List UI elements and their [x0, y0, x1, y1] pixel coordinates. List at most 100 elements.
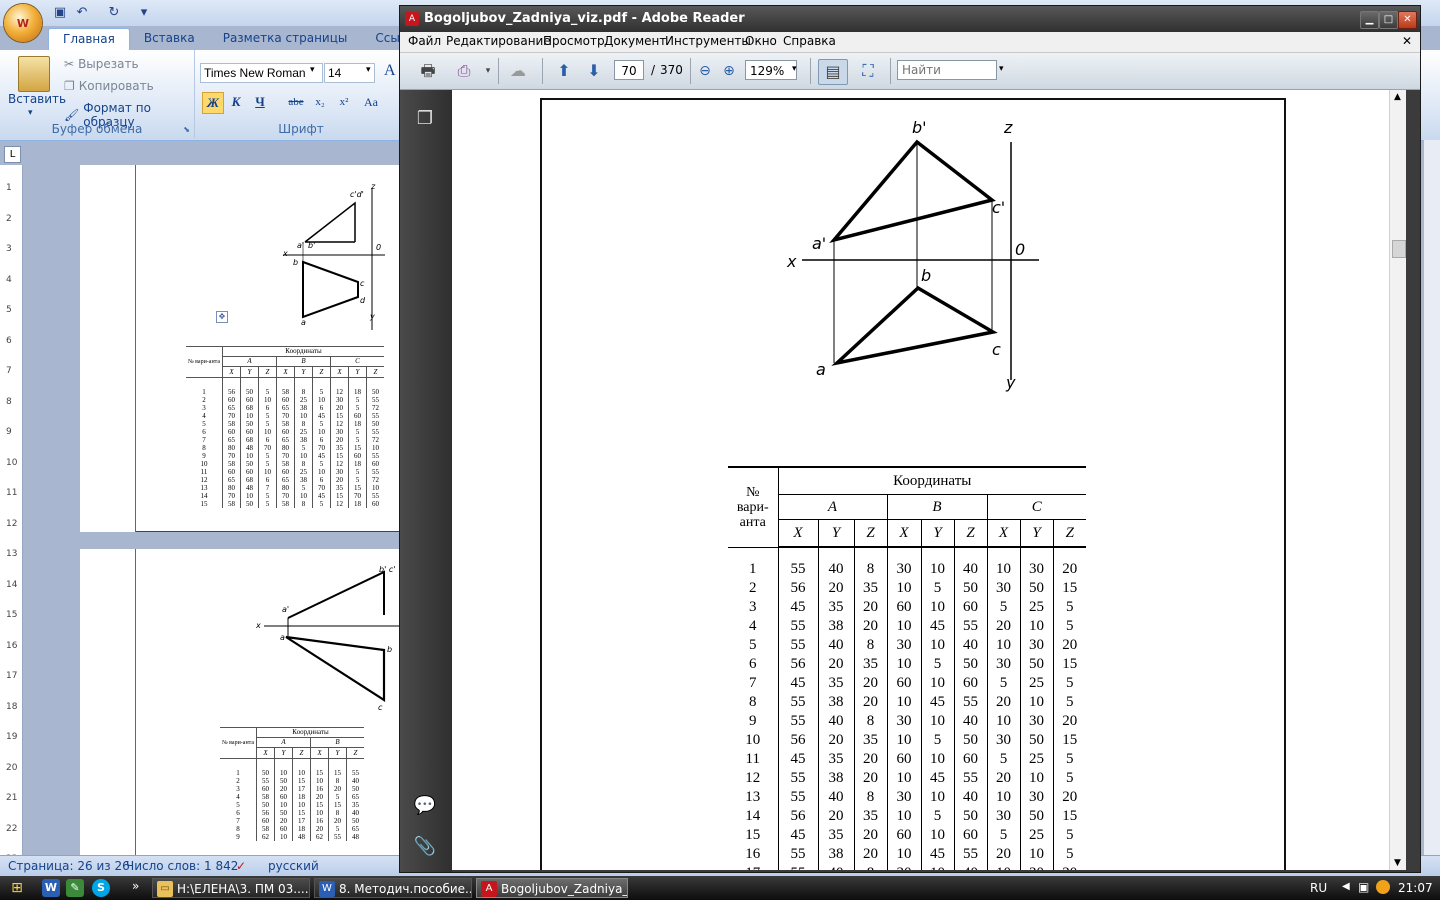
tray-app-icon[interactable] — [1376, 880, 1390, 894]
italic-button[interactable]: К — [226, 92, 246, 112]
paste-button[interactable]: Вставить — [8, 92, 66, 106]
coordinate-value: 65 — [222, 476, 241, 484]
group-header: C — [987, 494, 1086, 520]
axis-header: Z — [954, 519, 988, 548]
strikethrough-button[interactable]: abe — [284, 92, 308, 112]
save-icon[interactable]: ▣ — [52, 5, 68, 21]
zoom-out-icon[interactable]: ⊖ — [693, 59, 717, 83]
redo-icon[interactable]: ↻ — [106, 5, 122, 21]
language-indicator[interactable]: RU — [1310, 881, 1327, 895]
coordinate-value: 60 — [954, 674, 988, 693]
status-word-count[interactable]: Число слов: 1 842 — [126, 859, 238, 873]
clock[interactable]: 21:07 — [1398, 881, 1433, 895]
font-family-select[interactable]: Times New Roman — [200, 63, 323, 83]
coordinate-value: 30 — [987, 807, 1021, 826]
tab-home[interactable]: Главная — [48, 28, 130, 50]
fit-page-icon[interactable]: ⛶ — [856, 59, 880, 83]
tab-selector-icon[interactable]: L — [4, 146, 21, 163]
table-row: 8 58 60 18 20 5 65 — [220, 825, 364, 833]
coordinate-value: 50 — [256, 758, 275, 777]
font-family-dropdown-icon[interactable]: ▾ — [310, 65, 315, 75]
collaborate-icon[interactable]: ☁ — [506, 59, 530, 83]
coordinate-value: 10 — [887, 579, 922, 598]
bold-button[interactable]: Ж — [202, 92, 224, 114]
zoom-select[interactable]: 129% — [745, 60, 797, 80]
tab-page-layout[interactable]: Разметка страницы — [209, 28, 362, 50]
coordinate-value: 58 — [222, 460, 241, 468]
share-icon[interactable]: ⎙ — [452, 59, 476, 83]
word-scrollbar[interactable] — [1424, 140, 1440, 855]
scroll-down-icon[interactable]: ▼ — [1394, 858, 1401, 868]
reader-scrollbar[interactable]: ▲ ▼ — [1389, 90, 1407, 870]
font-size-dropdown-icon[interactable]: ▾ — [366, 65, 371, 75]
close-document-icon[interactable]: ✕ — [1402, 34, 1412, 48]
next-page-icon[interactable]: ⬇ — [582, 59, 606, 83]
menu-edit[interactable]: Редактирование — [446, 34, 551, 48]
undo-icon[interactable]: ↶ — [74, 5, 90, 21]
menu-window[interactable]: Окно — [745, 34, 777, 48]
coordinate-value: 56 — [222, 377, 241, 396]
scroll-up-icon[interactable]: ▲ — [1394, 92, 1401, 102]
scroll-mode-icon[interactable]: ▤ — [818, 59, 848, 85]
copy-button[interactable]: ❐ Копировать — [64, 79, 154, 93]
paste-dropdown-icon[interactable]: ▾ — [28, 108, 33, 118]
tray-expand-icon[interactable]: ◀ — [1342, 881, 1350, 892]
taskbar-item-explorer[interactable]: ▭ H:\ЕЛЕНА\3. ПМ 03.... — [152, 878, 310, 898]
coordinate-value: 65 — [346, 793, 364, 801]
coordinate-value: 50 — [1020, 655, 1054, 674]
coordinate-value: 38 — [818, 769, 855, 788]
coordinate-value: 20 — [328, 817, 347, 825]
network-icon[interactable]: ▣ — [1358, 880, 1369, 894]
find-input[interactable] — [897, 60, 997, 80]
maximize-button[interactable]: □ — [1379, 11, 1398, 29]
pages-icon[interactable]: ❐ — [412, 106, 438, 132]
underline-button[interactable]: Ч — [250, 92, 270, 112]
menu-tools[interactable]: Инструменты — [665, 34, 751, 48]
skype-icon[interactable]: S — [92, 879, 110, 897]
label-x: x — [283, 249, 288, 258]
scroll-thumb[interactable] — [1392, 240, 1406, 258]
superscript-button[interactable]: x² — [334, 92, 354, 112]
table-move-handle-icon[interactable]: ✥ — [216, 311, 228, 323]
page-number-input[interactable]: 70 — [614, 60, 644, 80]
print-icon[interactable]: 🖶 — [416, 59, 440, 83]
previous-page-icon[interactable]: ⬆ — [552, 59, 576, 83]
dialog-launcher-icon[interactable]: ⬊ — [183, 125, 190, 134]
tab-insert[interactable]: Вставка — [130, 28, 209, 50]
status-page[interactable]: Страница: 26 из 26 — [8, 859, 130, 873]
spellcheck-icon[interactable]: ✓ — [236, 859, 246, 873]
subscript-button[interactable]: x₂ — [310, 92, 330, 112]
word-quicklaunch-icon[interactable]: W — [42, 879, 60, 897]
office-button[interactable]: W — [4, 4, 42, 42]
find-dropdown-icon[interactable]: ▾ — [999, 64, 1004, 74]
coordinate-value: 45 — [921, 693, 955, 712]
start-button[interactable]: ⊞ — [0, 876, 34, 900]
grow-font-icon[interactable]: A — [384, 62, 396, 80]
cut-button[interactable]: ✂ Вырезать — [64, 57, 139, 71]
coordinate-value: 55 — [778, 769, 819, 788]
quicklaunch-icon[interactable]: ✎ — [66, 879, 84, 897]
toolbar-separator — [542, 58, 543, 84]
quicklaunch-more-icon[interactable]: » — [132, 879, 139, 893]
customize-toolbar-icon[interactable]: ▾ — [136, 5, 152, 21]
status-language[interactable]: русский — [268, 859, 319, 873]
attachments-icon[interactable]: 📎 — [412, 834, 438, 860]
coordinate-value: 48 — [240, 444, 259, 452]
zoom-dropdown-icon[interactable]: ▾ — [792, 64, 797, 74]
taskbar-item-word[interactable]: W 8. Методич.пособие... — [314, 878, 472, 898]
coordinate-value: 50 — [954, 655, 988, 674]
minimize-button[interactable]: ▁ — [1360, 11, 1379, 29]
coordinate-value: 15 — [348, 484, 367, 492]
zoom-in-icon[interactable]: ⊕ — [717, 59, 741, 83]
change-case-button[interactable]: Aa — [358, 92, 384, 112]
close-button[interactable]: ✕ — [1398, 11, 1417, 29]
table-header-row: № вари-анта Координаты — [220, 727, 364, 759]
menu-file[interactable]: Файл — [408, 34, 441, 48]
menu-document[interactable]: Документ — [604, 34, 666, 48]
coordinate-value: 35 — [854, 731, 888, 750]
share-dropdown-icon[interactable]: ▾ — [476, 59, 500, 83]
menu-view[interactable]: Просмотр — [543, 34, 605, 48]
taskbar-item-reader[interactable]: A Bogoljubov_Zadniya_... — [476, 878, 628, 898]
menu-help[interactable]: Справка — [783, 34, 836, 48]
comments-icon[interactable]: 💬 — [412, 793, 438, 819]
